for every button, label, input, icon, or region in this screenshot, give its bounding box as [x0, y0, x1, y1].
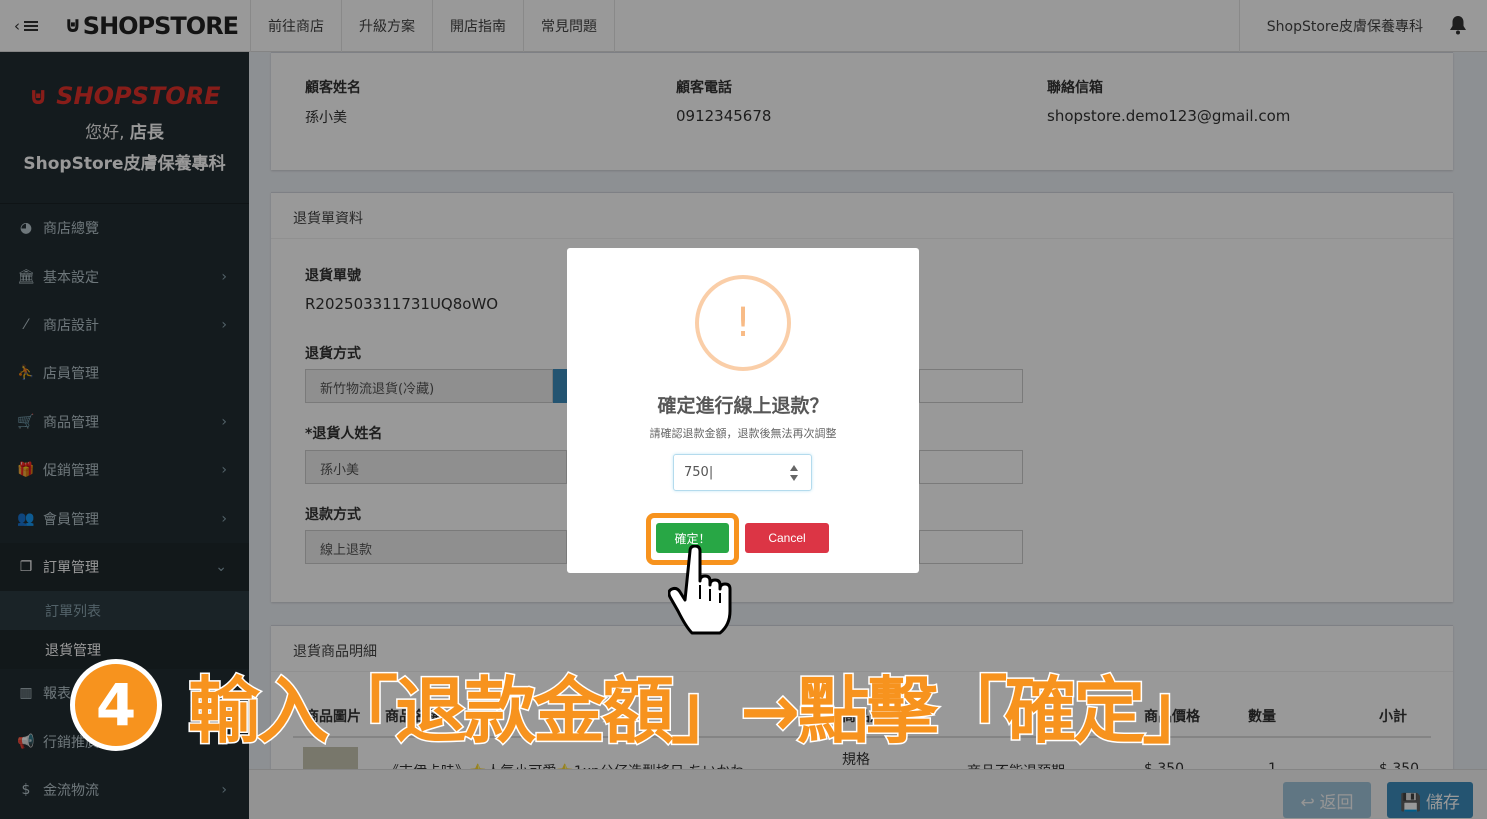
warning-icon: ! — [695, 275, 791, 371]
refund-confirm-dialog: ! 確定進行線上退款？ 請確認退款金額，退款後無法再次調整 750| 確定！ C… — [567, 248, 919, 573]
step-instruction: 輸入「退款金額」→點擊「確定」 — [186, 668, 1215, 755]
hand-pointer-icon — [668, 545, 732, 635]
dialog-text: 請確認退款金額，退款後無法再次調整 — [649, 427, 837, 440]
refund-amount-input[interactable]: 750| — [673, 454, 812, 491]
dialog-title: 確定進行線上退款？ — [657, 395, 829, 417]
cancel-button[interactable]: Cancel — [745, 523, 829, 553]
tutorial-caption: 4 輸入「退款金額」→點擊「確定」 — [70, 652, 1216, 757]
spinner-arrows-icon[interactable] — [789, 464, 799, 482]
step-number-badge: 4 — [70, 658, 162, 751]
